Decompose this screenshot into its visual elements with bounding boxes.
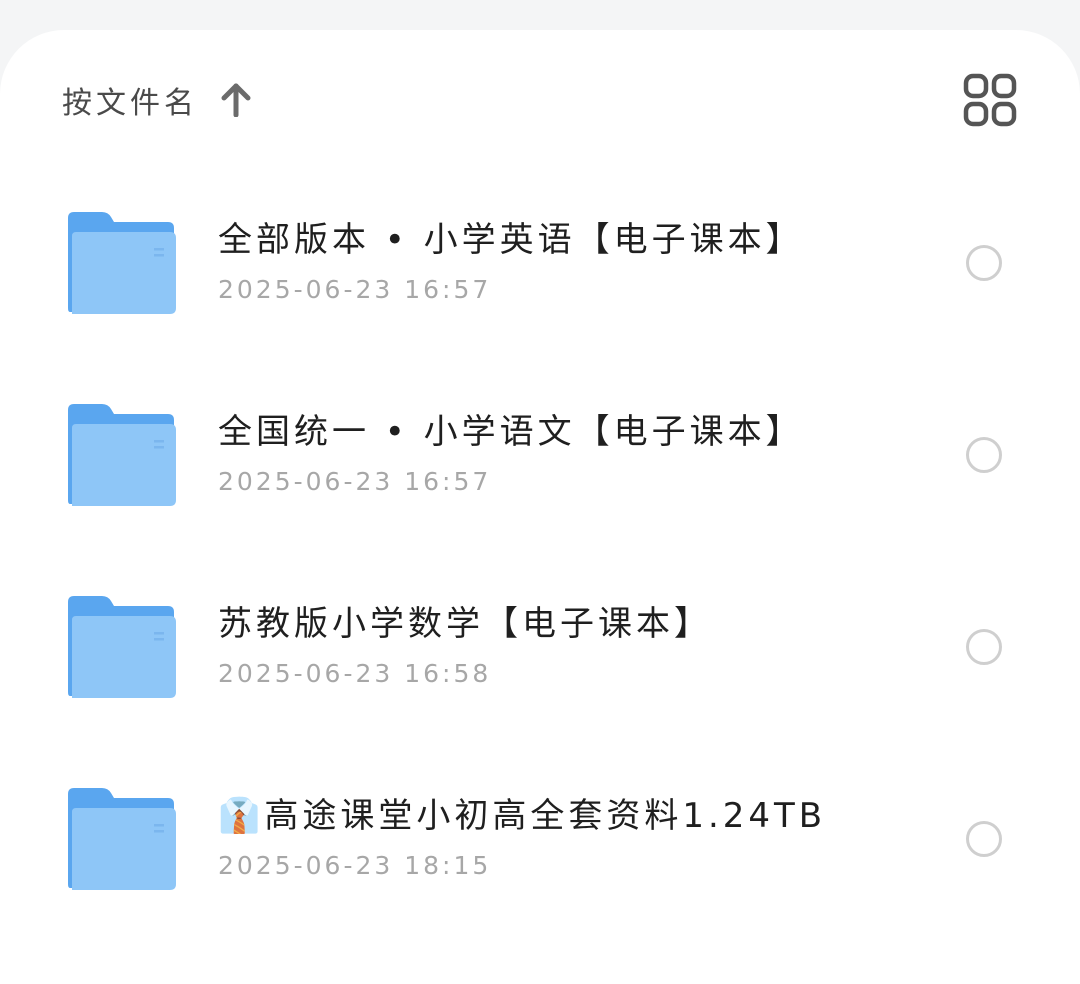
file-date: 2025-06-23 16:57 <box>218 275 492 304</box>
file-date: 2025-06-23 16:57 <box>218 467 492 496</box>
folder-icon <box>64 212 176 314</box>
select-checkbox[interactable] <box>966 629 1002 665</box>
folder-icon <box>64 596 176 698</box>
file-list: 全部版本 • 小学英语【电子课本】 2025-06-23 16:57 全国统一 … <box>0 180 1080 948</box>
select-checkbox[interactable] <box>966 245 1002 281</box>
list-item[interactable]: 全国统一 • 小学语文【电子课本】 2025-06-23 16:57 <box>0 372 1080 564</box>
list-item[interactable]: 苏教版小学数学【电子课本】 2025-06-23 16:58 <box>0 564 1080 756</box>
grid-view-icon[interactable] <box>962 72 1018 128</box>
file-name: 👔高途课堂小初高全套资料1.24TB <box>218 796 827 836</box>
arrow-up-icon[interactable] <box>218 80 254 120</box>
file-date: 2025-06-23 18:15 <box>218 851 492 880</box>
folder-icon <box>64 404 176 506</box>
sort-header[interactable]: 按文件名 <box>62 80 254 121</box>
file-name: 全部版本 • 小学英语【电子课本】 <box>218 220 804 260</box>
list-item[interactable]: 全部版本 • 小学英语【电子课本】 2025-06-23 16:57 <box>0 180 1080 372</box>
file-name: 全国统一 • 小学语文【电子课本】 <box>218 412 804 452</box>
sort-label: 按文件名 <box>62 86 198 121</box>
file-date: 2025-06-23 16:58 <box>218 659 492 688</box>
select-checkbox[interactable] <box>966 821 1002 857</box>
file-list-sheet: 按文件名 全部版本 • 小学英语【电子课本】 2025-06-23 16:57 … <box>0 30 1080 984</box>
list-item[interactable]: 👔高途课堂小初高全套资料1.24TB 2025-06-23 18:15 <box>0 756 1080 948</box>
select-checkbox[interactable] <box>966 437 1002 473</box>
file-name: 苏教版小学数学【电子课本】 <box>218 604 712 644</box>
folder-icon <box>64 788 176 890</box>
